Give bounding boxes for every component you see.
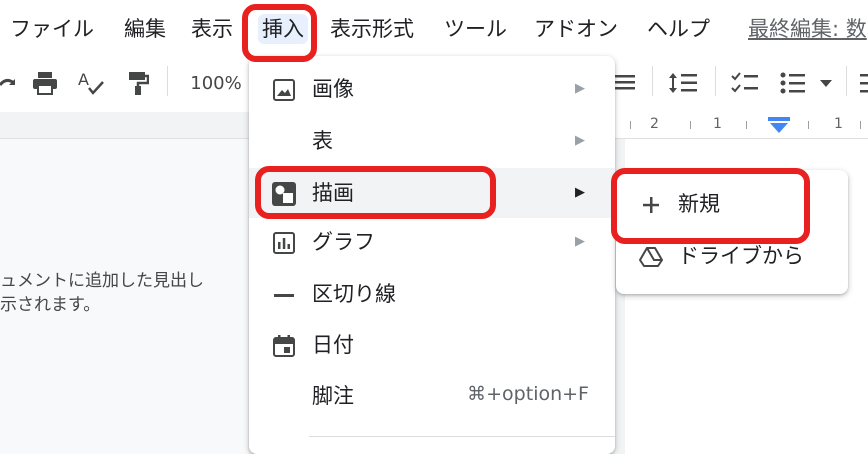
menu-insert[interactable]: 挿入 [258, 14, 308, 44]
drawing-submenu: 新規 ドライブから [616, 170, 848, 294]
chart-icon [271, 230, 297, 256]
ruler-tick [746, 121, 747, 129]
menu-divider [309, 436, 615, 437]
drawing-from-drive-item[interactable]: ドライブから [616, 232, 848, 282]
menu-file[interactable]: ファイル [10, 14, 94, 44]
submenu-arrow-icon: ▶ [575, 185, 585, 200]
drive-icon [638, 244, 664, 270]
insert-table-label: 表 [312, 129, 333, 153]
insert-menu: 画像 ▶ 表 ▶ 描画 ▶ グラフ ▶ 区切り線 日付 脚注 ⌘+option+… [249, 56, 615, 454]
menu-addons[interactable]: アドオン [534, 14, 618, 44]
paint-format-icon[interactable] [124, 68, 152, 98]
insert-drawing-label: 描画 [312, 181, 354, 205]
submenu-arrow-icon: ▶ [575, 81, 585, 96]
insert-image-item[interactable]: 画像 ▶ [249, 64, 615, 114]
print-icon[interactable] [30, 68, 60, 98]
toolbar-divider [167, 66, 168, 96]
submenu-arrow-icon: ▶ [575, 133, 585, 148]
insert-chart-item[interactable]: グラフ ▶ [249, 217, 615, 267]
dropdown-icon[interactable] [817, 68, 835, 98]
outline-hint-line2: 示されます。 [0, 295, 101, 315]
align-icon[interactable] [612, 68, 638, 98]
horizontal-line-icon [271, 282, 297, 308]
ruler-tick [690, 121, 691, 129]
toolbar-divider [715, 66, 716, 96]
menu-format[interactable]: 表示形式 [330, 14, 414, 44]
menu-view[interactable]: 表示 [191, 14, 233, 44]
insert-drawing-item[interactable]: 描画 ▶ [249, 168, 615, 218]
drawing-from-drive-label: ドライブから [678, 244, 804, 268]
insert-table-item[interactable]: 表 ▶ [249, 116, 615, 166]
toolbar-divider [846, 66, 847, 96]
indent-marker[interactable] [768, 117, 790, 139]
menu-edit[interactable]: 編集 [124, 14, 166, 44]
plus-icon [638, 192, 664, 218]
ruler-number: 2 [650, 116, 659, 132]
insert-image-label: 画像 [312, 77, 354, 101]
line-spacing-icon[interactable] [666, 68, 700, 98]
ruler-number: 1 [713, 116, 722, 132]
document-outline-panel: ュメントに追加した見出し 示されます。 [0, 139, 248, 454]
insert-horizontal-line-item[interactable]: 区切り線 [249, 269, 615, 319]
menu-bar: ファイル 編集 表示 挿入 表示形式 ツール アドオン ヘルプ 最終編集: 数 [0, 0, 868, 54]
submenu-arrow-icon: ▶ [575, 234, 585, 249]
ruler-tick [860, 121, 861, 129]
outline-hint-line1: ュメントに追加した見出し [0, 271, 204, 291]
insert-footnote-label: 脚注 [312, 384, 354, 408]
insert-footnote-item[interactable]: 脚注 ⌘+option+F [249, 371, 615, 421]
calendar-icon [271, 333, 297, 359]
ruler-number: 1 [834, 116, 843, 132]
drawing-new-item[interactable]: 新規 [616, 180, 848, 230]
drawing-new-label: 新規 [678, 192, 720, 216]
toolbar-divider [652, 66, 653, 96]
ruler-tick [630, 121, 631, 129]
footnote-shortcut: ⌘+option+F [467, 383, 589, 405]
ruler-tick [808, 121, 809, 129]
redo-icon[interactable] [0, 68, 16, 98]
zoom-select[interactable]: 100% [190, 68, 242, 98]
svg-text:A: A [78, 70, 89, 89]
image-icon [271, 77, 297, 103]
insert-horizontal-line-label: 区切り線 [312, 282, 396, 306]
spellcheck-icon[interactable]: A [76, 68, 106, 98]
bulleted-list-icon[interactable] [778, 68, 808, 98]
insert-date-label: 日付 [312, 333, 354, 357]
menu-help[interactable]: ヘルプ [647, 14, 710, 44]
insert-date-item[interactable]: 日付 [249, 320, 615, 370]
drawing-icon [271, 181, 297, 207]
insert-chart-label: グラフ [312, 230, 375, 254]
checklist-icon[interactable] [728, 68, 762, 98]
menu-tools[interactable]: ツール [444, 14, 507, 44]
numbered-list-icon[interactable] [856, 68, 868, 98]
last-edit-link[interactable]: 最終編集: 数 [748, 14, 867, 44]
